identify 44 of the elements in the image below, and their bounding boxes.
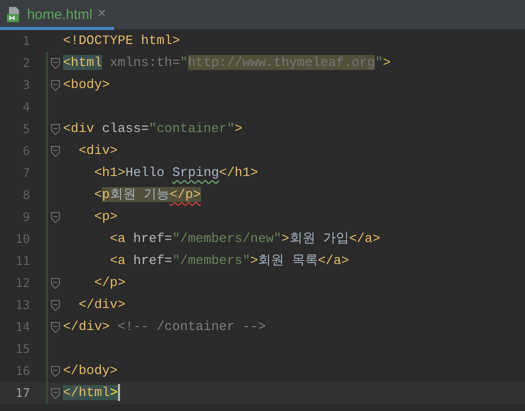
code-line: <html xmlns:th="http://www.thymeleaf.org"> bbox=[63, 54, 391, 72]
code-line: <body> bbox=[63, 76, 110, 94]
code-line: <!DOCTYPE html> bbox=[63, 32, 180, 50]
code-line: <div> bbox=[78, 142, 118, 160]
fold-icon[interactable] bbox=[51, 300, 60, 310]
fold-icon[interactable] bbox=[51, 322, 60, 332]
fold-icon[interactable] bbox=[51, 278, 60, 288]
close-icon[interactable]: × bbox=[97, 5, 106, 22]
line-number: 8 bbox=[22, 188, 31, 202]
code-line: </p> bbox=[93, 274, 126, 292]
fold-icon[interactable] bbox=[51, 146, 60, 156]
line-number: 13 bbox=[14, 298, 31, 312]
fold-icon[interactable] bbox=[51, 212, 60, 222]
code-line: </html> bbox=[63, 383, 120, 404]
code-line: <p회원 기능</p> bbox=[93, 186, 201, 204]
html-file-icon bbox=[6, 6, 22, 22]
line-number: 5 bbox=[22, 122, 31, 136]
line-number: 17 bbox=[14, 386, 31, 400]
line-number: 9 bbox=[22, 210, 31, 224]
code-line: </div> bbox=[78, 296, 126, 314]
line-number: 7 bbox=[22, 166, 31, 180]
fold-icon[interactable] bbox=[51, 58, 60, 68]
code-line: </div> <!-- /container --> bbox=[63, 318, 266, 336]
line-number: 12 bbox=[14, 276, 31, 290]
fold-icon[interactable] bbox=[51, 388, 60, 398]
code-line: <h1>Hello Srping</h1> bbox=[93, 164, 258, 182]
code-line: </body> bbox=[63, 362, 118, 380]
line-number: 6 bbox=[22, 144, 31, 158]
line-number: 1 bbox=[22, 34, 31, 48]
line-number: 11 bbox=[14, 254, 31, 268]
line-number: 14 bbox=[14, 320, 31, 334]
line-number: 4 bbox=[22, 100, 31, 114]
line-number: 3 bbox=[22, 78, 31, 92]
fold-icon[interactable] bbox=[51, 366, 60, 376]
line-number: 15 bbox=[14, 342, 31, 356]
fold-icon[interactable] bbox=[51, 80, 60, 90]
line-number: 16 bbox=[14, 364, 31, 378]
line-number: 2 bbox=[22, 56, 31, 70]
code-line: <div class="container"> bbox=[63, 120, 242, 138]
fold-icon[interactable] bbox=[51, 124, 60, 134]
code-line: <p> bbox=[93, 208, 118, 226]
line-number: 10 bbox=[14, 232, 31, 246]
code-line: <a href="/members/new">회원 가입</a> bbox=[108, 230, 380, 248]
code-line: <a href="/members">회원 목록</a> bbox=[108, 252, 350, 270]
